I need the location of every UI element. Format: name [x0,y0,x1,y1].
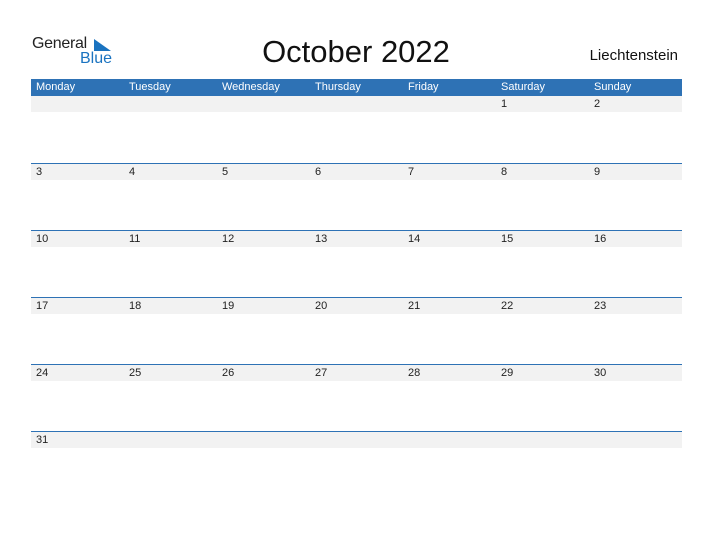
day-cell: 20 [315,300,328,312]
day-cell: 30 [594,367,607,379]
day-cell [403,432,496,448]
day-cell: 8 [501,166,508,178]
week-row: 31 [31,431,682,498]
calendar-grid: Monday Tuesday Wednesday Thursday Friday… [31,79,682,498]
day-cell: 5 [222,166,229,178]
day-cell: 2 [594,98,601,110]
day-cell: 23 [594,300,607,312]
day-cell: 10 [36,233,49,245]
week-row: 3 4 5 6 7 8 9 [31,163,682,230]
day-cell [124,432,217,448]
day-cell [124,96,217,112]
day-cell: 19 [222,300,235,312]
day-cell [31,96,124,112]
week-date-band: 31 [31,432,682,448]
day-cell: 27 [315,367,328,379]
day-cell: 4 [129,166,136,178]
day-cell [217,432,310,448]
day-cell: 1 [501,98,508,110]
day-cell: 17 [36,300,49,312]
day-cell: 21 [408,300,421,312]
weekday-tuesday: Tuesday [129,81,171,93]
week-row: 24 25 26 27 28 29 30 [31,364,682,431]
day-cell: 16 [594,233,607,245]
weekday-sunday: Sunday [594,81,632,93]
day-cell: 31 [36,434,49,446]
day-cell: 7 [408,166,415,178]
weekday-thursday: Thursday [315,81,361,93]
day-cell: 28 [408,367,421,379]
week-row: 12 [31,96,682,163]
day-cell: 25 [129,367,142,379]
day-cell: 9 [594,166,601,178]
week-date-band: 10 11 12 13 14 15 16 [31,231,682,247]
day-cell: 13 [315,233,328,245]
weekday-monday: Monday [36,81,76,93]
weekday-wednesday: Wednesday [222,81,280,93]
weekday-header: Monday Tuesday Wednesday Thursday Friday… [31,79,682,96]
day-cell: 11 [129,233,141,245]
day-cell: 22 [501,300,514,312]
day-cell [310,96,403,112]
weekday-friday: Friday [408,81,439,93]
day-cell: 26 [222,367,235,379]
week-date-band: 24 25 26 27 28 29 30 [31,365,682,381]
day-cell: 24 [36,367,49,379]
day-cell: 18 [129,300,142,312]
day-cell: 3 [36,166,43,178]
country-label: Liechtenstein [589,47,678,64]
day-cell: 6 [315,166,322,178]
day-cell: 14 [408,233,421,245]
day-cell [310,432,403,448]
week-row: 17 18 19 20 21 22 23 [31,297,682,364]
day-cell [217,96,310,112]
day-cell [589,432,682,448]
week-date-band: 3 4 5 6 7 8 9 [31,164,682,180]
weekday-saturday: Saturday [501,81,546,93]
day-cell: 29 [501,367,514,379]
day-cell: 15 [501,233,514,245]
week-date-band: 12 [31,96,682,112]
day-cell: 12 [222,233,235,245]
day-cell [403,96,496,112]
day-cell [496,432,589,448]
week-row: 10 11 12 13 14 15 16 [31,230,682,297]
week-date-band: 17 18 19 20 21 22 23 [31,298,682,314]
